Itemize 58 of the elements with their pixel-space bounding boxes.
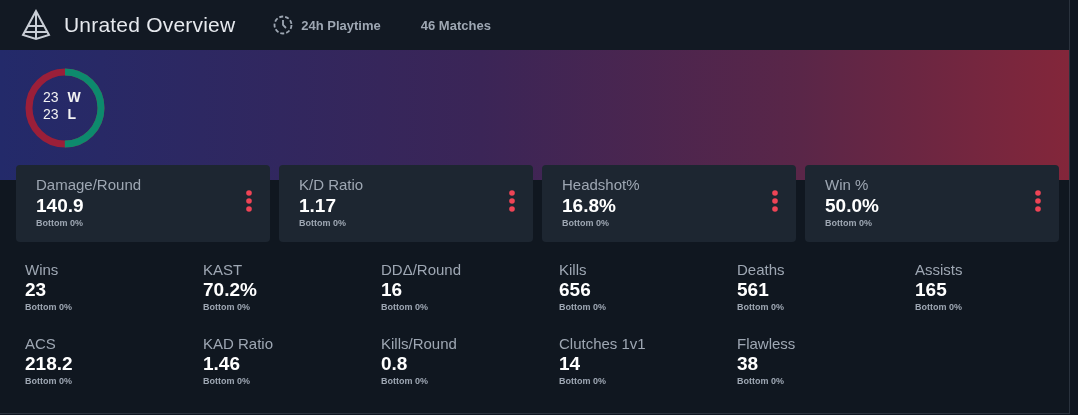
stat-value: 70.2% [203, 279, 258, 301]
stat-rank: Bottom 0% [25, 376, 73, 386]
wins-count: 23 [43, 90, 59, 105]
stat-rank: Bottom 0% [825, 218, 873, 228]
stat-rank: Bottom 0% [737, 376, 785, 386]
stat-rank: Bottom 0% [203, 376, 251, 386]
wins-label: W [67, 90, 81, 105]
playtime-text: 24h Playtime [301, 17, 381, 33]
stat-label: Kills/Round [381, 335, 458, 352]
stat-rank: Bottom 0% [562, 218, 610, 228]
stat-label: Wins [25, 261, 60, 278]
stat-rank: Bottom 0% [381, 302, 429, 312]
stat-rank: Bottom 0% [915, 302, 963, 312]
stat-value: 38 [737, 353, 760, 375]
stat-label: Damage/Round [36, 176, 142, 193]
stat-value: 1.46 [203, 353, 241, 375]
stat-label: Win % [825, 176, 870, 193]
stat-rank: Bottom 0% [381, 376, 429, 386]
pyramid-logo-icon [19, 8, 53, 42]
matches-text: 46 Matches [420, 17, 491, 33]
losses-label: L [67, 107, 78, 122]
stat-value: 1.17 [299, 195, 337, 217]
stat-label: KAD Ratio [203, 335, 275, 352]
stat-rank: Bottom 0% [559, 376, 607, 386]
stat-value: 218.2 [25, 353, 74, 375]
page-title: Unrated Overview [64, 13, 236, 37]
stat-value: 656 [559, 279, 592, 301]
stat-rank: Bottom 0% [203, 302, 251, 312]
stat-label: KAST [203, 261, 244, 278]
stat-label: DDΔ/Round [381, 261, 463, 278]
clock-icon [273, 15, 294, 35]
stat-rank: Bottom 0% [36, 218, 84, 228]
more-options-icon[interactable] [1035, 190, 1041, 212]
stat-value: 165 [915, 279, 948, 301]
losses-count: 23 [43, 107, 59, 122]
stat-value: 0.8 [381, 353, 409, 375]
stat-rank: Bottom 0% [737, 302, 785, 312]
stat-label: Kills [559, 261, 588, 278]
stat-value: 561 [737, 279, 770, 301]
stat-value: 16.8% [562, 195, 617, 217]
stat-rank: Bottom 0% [559, 302, 607, 312]
stat-rank: Bottom 0% [25, 302, 73, 312]
more-options-icon[interactable] [772, 190, 778, 212]
stat-value: 140.9 [36, 195, 85, 217]
stat-label: ACS [25, 335, 57, 352]
stat-label: K/D Ratio [299, 176, 364, 193]
stat-label: Headshot% [562, 176, 640, 193]
stat-value: 50.0% [825, 195, 879, 217]
more-options-icon[interactable] [246, 190, 252, 212]
stat-value: 14 [559, 353, 582, 375]
stat-label: Assists [915, 261, 964, 278]
stat-value: 23 [25, 279, 48, 301]
stat-value: 16 [381, 279, 404, 301]
stat-label: Flawless [737, 335, 797, 352]
stat-label: Clutches 1v1 [559, 335, 647, 352]
more-options-icon[interactable] [509, 190, 515, 212]
stat-rank: Bottom 0% [299, 218, 347, 228]
stat-label: Deaths [737, 261, 786, 278]
